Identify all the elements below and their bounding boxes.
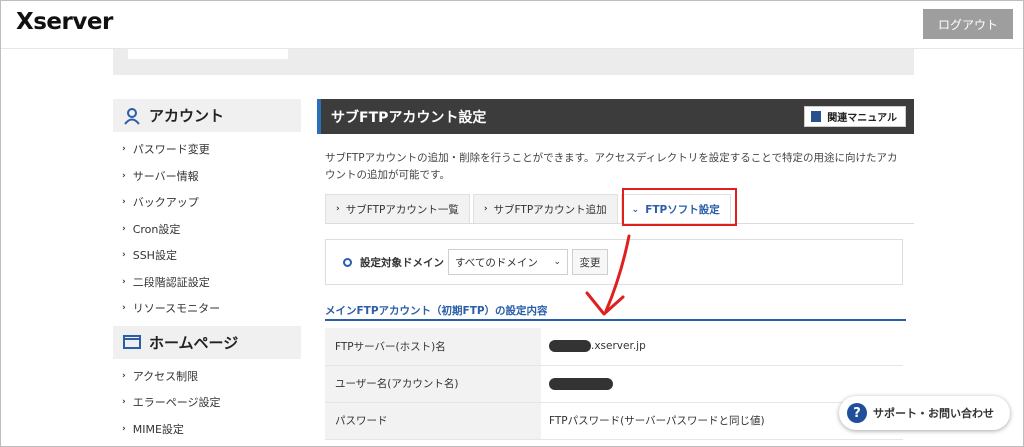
sidebar-item-label: アクセス制限 bbox=[132, 369, 199, 383]
domain-select[interactable]: すべてのドメイン ⌄ bbox=[448, 249, 568, 275]
chevron-right-icon: › bbox=[122, 370, 126, 381]
sidebar-item-2fa[interactable]: › 二段階認証設定 bbox=[113, 269, 301, 296]
chevron-right-icon: › bbox=[483, 204, 488, 214]
sidebar-section-title: ホームページ bbox=[149, 333, 239, 352]
sidebar: アカウント › パスワード変更 › サーバー情報 › バックアップ › Cron設定 ›… bbox=[113, 99, 301, 442]
sidebar-item-cron[interactable]: › Cron設定 bbox=[113, 216, 301, 243]
sidebar-item-backup[interactable]: › バックアップ bbox=[113, 189, 301, 216]
sidebar-list-account: › パスワード変更 › サーバー情報 › バックアップ › Cron設定 › SSH設定 … bbox=[113, 132, 301, 322]
book-icon bbox=[811, 111, 822, 122]
chevron-right-icon: › bbox=[122, 276, 126, 287]
sidebar-item-label: リソースモニター bbox=[132, 302, 221, 316]
table-row: ユーザー名(アカウント名) bbox=[325, 365, 903, 403]
chevron-down-icon: ⌄ bbox=[553, 257, 561, 267]
sidebar-list-homepage: › アクセス制限 › エラーページ設定 › MIME設定 bbox=[113, 359, 301, 443]
table-key: ユーザー名(アカウント名) bbox=[325, 365, 541, 403]
radio-icon bbox=[343, 257, 352, 267]
section-underline bbox=[325, 319, 906, 321]
sidebar-item-ssh[interactable]: › SSH設定 bbox=[113, 242, 301, 269]
tab-label: サブFTPアカウント一覧 bbox=[345, 203, 459, 216]
sidebar-item-error-page[interactable]: › エラーページ設定 bbox=[113, 389, 301, 416]
sidebar-item-password-change[interactable]: › パスワード変更 bbox=[113, 136, 301, 163]
table-key: FTPサーバー(ホスト)名 bbox=[325, 328, 541, 366]
page-title: サブFTPアカウント設定 bbox=[331, 109, 487, 126]
logout-button[interactable]: ログアウト bbox=[923, 9, 1013, 39]
sidebar-section-account: アカウント bbox=[113, 99, 301, 132]
host-suffix: .xserver.jp bbox=[591, 340, 646, 353]
chevron-right-icon: › bbox=[122, 250, 126, 261]
related-manual-label: 関連マニュアル bbox=[827, 113, 897, 124]
page-frame: Xserver ログアウト アカウント › パスワード変更 › サーバー情報 › バッ… bbox=[0, 0, 1024, 447]
sidebar-item-label: 二段階認証設定 bbox=[132, 275, 210, 289]
sidebar-item-label: サーバー情報 bbox=[132, 169, 199, 183]
header: Xserver ログアウト bbox=[1, 1, 1023, 49]
domain-label: 設定対象ドメイン bbox=[360, 256, 444, 269]
sidebar-item-resource-monitor[interactable]: › リソースモニター bbox=[113, 295, 301, 322]
domain-select-value: すべてのドメイン bbox=[455, 256, 538, 269]
sidebar-item-label: バックアップ bbox=[132, 196, 199, 210]
sidebar-item-label: SSH設定 bbox=[132, 249, 177, 263]
table-row: パスワード FTPパスワード(サーバーパスワードと同じ値) bbox=[325, 402, 903, 440]
redacted-mask bbox=[549, 340, 591, 353]
support-contact-button[interactable]: ? サポート・お問い合わせ bbox=[839, 396, 1010, 430]
sidebar-item-label: パスワード変更 bbox=[132, 143, 210, 157]
chevron-right-icon: › bbox=[122, 223, 126, 234]
window-icon bbox=[123, 333, 141, 351]
sidebar-section-title: アカウント bbox=[149, 107, 225, 125]
chevron-right-icon: › bbox=[122, 144, 126, 155]
sidebar-item-server-info[interactable]: › サーバー情報 bbox=[113, 163, 301, 190]
change-button[interactable]: 変更 bbox=[572, 249, 608, 275]
table-value-host: .xserver.jp bbox=[541, 328, 903, 366]
redacted-bar bbox=[128, 49, 288, 59]
sidebar-item-label: エラーページ設定 bbox=[132, 396, 221, 410]
tab-sub-ftp-add[interactable]: › サブFTPアカウント追加 bbox=[472, 194, 618, 224]
sidebar-item-access-control[interactable]: › アクセス制限 bbox=[113, 363, 301, 390]
chevron-right-icon: › bbox=[122, 170, 126, 181]
chevron-right-icon: › bbox=[122, 397, 126, 408]
sidebar-item-label: MIME設定 bbox=[132, 422, 184, 436]
main-content: サブFTPアカウント設定 関連マニュアル サブFTPアカウントの追加・削除を行う… bbox=[317, 99, 914, 224]
table-row: FTPサーバー(ホスト)名 .xserver.jp bbox=[325, 328, 903, 366]
question-icon: ? bbox=[847, 403, 867, 423]
page-description: サブFTPアカウントの追加・削除を行うことができます。アクセスディレクトリを設定… bbox=[325, 152, 898, 181]
redacted-mask bbox=[549, 377, 613, 390]
sidebar-item-label: Cron設定 bbox=[132, 222, 181, 236]
related-manual-button[interactable]: 関連マニュアル bbox=[804, 106, 906, 127]
chevron-right-icon: › bbox=[122, 197, 126, 208]
logo: Xserver bbox=[16, 9, 113, 35]
tab-sub-ftp-list[interactable]: › サブFTPアカウント一覧 bbox=[325, 194, 470, 224]
tab-label: サブFTPアカウント追加 bbox=[493, 203, 607, 216]
tab-underline bbox=[325, 223, 914, 224]
chevron-right-icon: › bbox=[122, 423, 126, 434]
chevron-right-icon: › bbox=[122, 303, 126, 314]
page-title-bar: サブFTPアカウント設定 関連マニュアル bbox=[317, 99, 914, 134]
annotation-highlight-box bbox=[622, 188, 737, 226]
support-label: サポート・お問い合わせ bbox=[873, 407, 994, 420]
table-key: パスワード bbox=[325, 402, 541, 440]
section-title: メインFTPアカウント（初期FTP）の設定内容 bbox=[325, 305, 548, 317]
chevron-right-icon: › bbox=[336, 204, 340, 214]
sidebar-section-homepage: ホームページ bbox=[113, 325, 301, 359]
sidebar-item-mime[interactable]: › MIME設定 bbox=[113, 416, 301, 443]
account-info-strip bbox=[113, 49, 914, 75]
ftp-settings-table: FTPサーバー(ホスト)名 .xserver.jp ユーザー名(アカウント名) … bbox=[325, 328, 903, 440]
person-icon bbox=[123, 107, 141, 125]
domain-selector-panel: 設定対象ドメイン すべてのドメイン ⌄ 変更 bbox=[325, 239, 903, 285]
